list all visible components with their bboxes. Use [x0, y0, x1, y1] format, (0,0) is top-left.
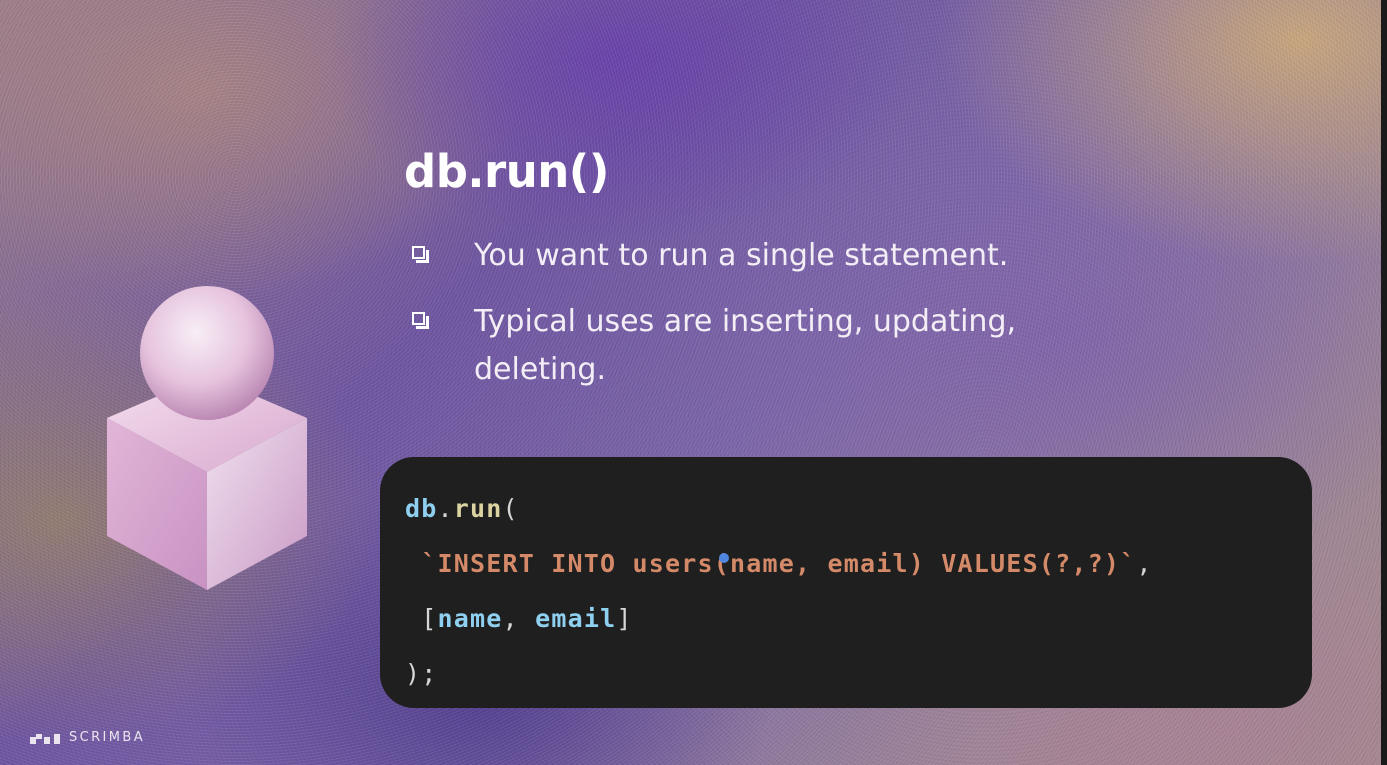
code-punctuation: );	[405, 659, 438, 688]
bullet-item: You want to run a single statement.	[412, 232, 1092, 280]
code-string: `INSERT INTO users(name, email) VALUES(?…	[421, 549, 1137, 578]
bullet-list: You want to run a single statement. Typi…	[412, 232, 1092, 412]
checkbox-bullet-icon	[412, 312, 429, 329]
code-punctuation: ]	[616, 604, 633, 633]
code-block: db.run( `INSERT INTO users(name, email) …	[380, 457, 1312, 708]
code-line: db.run(	[405, 481, 1312, 536]
code-punctuation: (	[502, 494, 519, 523]
bullet-text: Typical uses are inserting, updating, de…	[474, 304, 1017, 387]
bullet-text: You want to run a single statement.	[474, 238, 1009, 273]
sphere-on-cube-illustration	[107, 286, 307, 590]
scrimba-logo-icon	[30, 733, 60, 744]
code-function: run	[453, 494, 503, 523]
code-object: db	[405, 494, 438, 523]
code-variable: name	[437, 604, 503, 633]
code-line: [name, email]	[405, 591, 1312, 646]
code-variable: email	[535, 604, 617, 633]
bullet-item: Typical uses are inserting, updating, de…	[412, 298, 1092, 394]
slide-title: db.run()	[404, 145, 609, 198]
code-line: );	[405, 646, 1312, 701]
cursor-indicator	[719, 553, 729, 563]
code-punctuation: ,	[1136, 549, 1153, 578]
brand-name: SCRIMBA	[69, 730, 146, 745]
code-punctuation: .	[437, 494, 454, 523]
window-edge	[1381, 0, 1387, 765]
code-punctuation: ,	[502, 604, 536, 633]
checkbox-bullet-icon	[412, 246, 429, 263]
brand[interactable]: SCRIMBA	[30, 730, 145, 745]
code-line: `INSERT INTO users(name, email) VALUES(?…	[405, 536, 1312, 591]
code-punctuation: [	[421, 604, 438, 633]
